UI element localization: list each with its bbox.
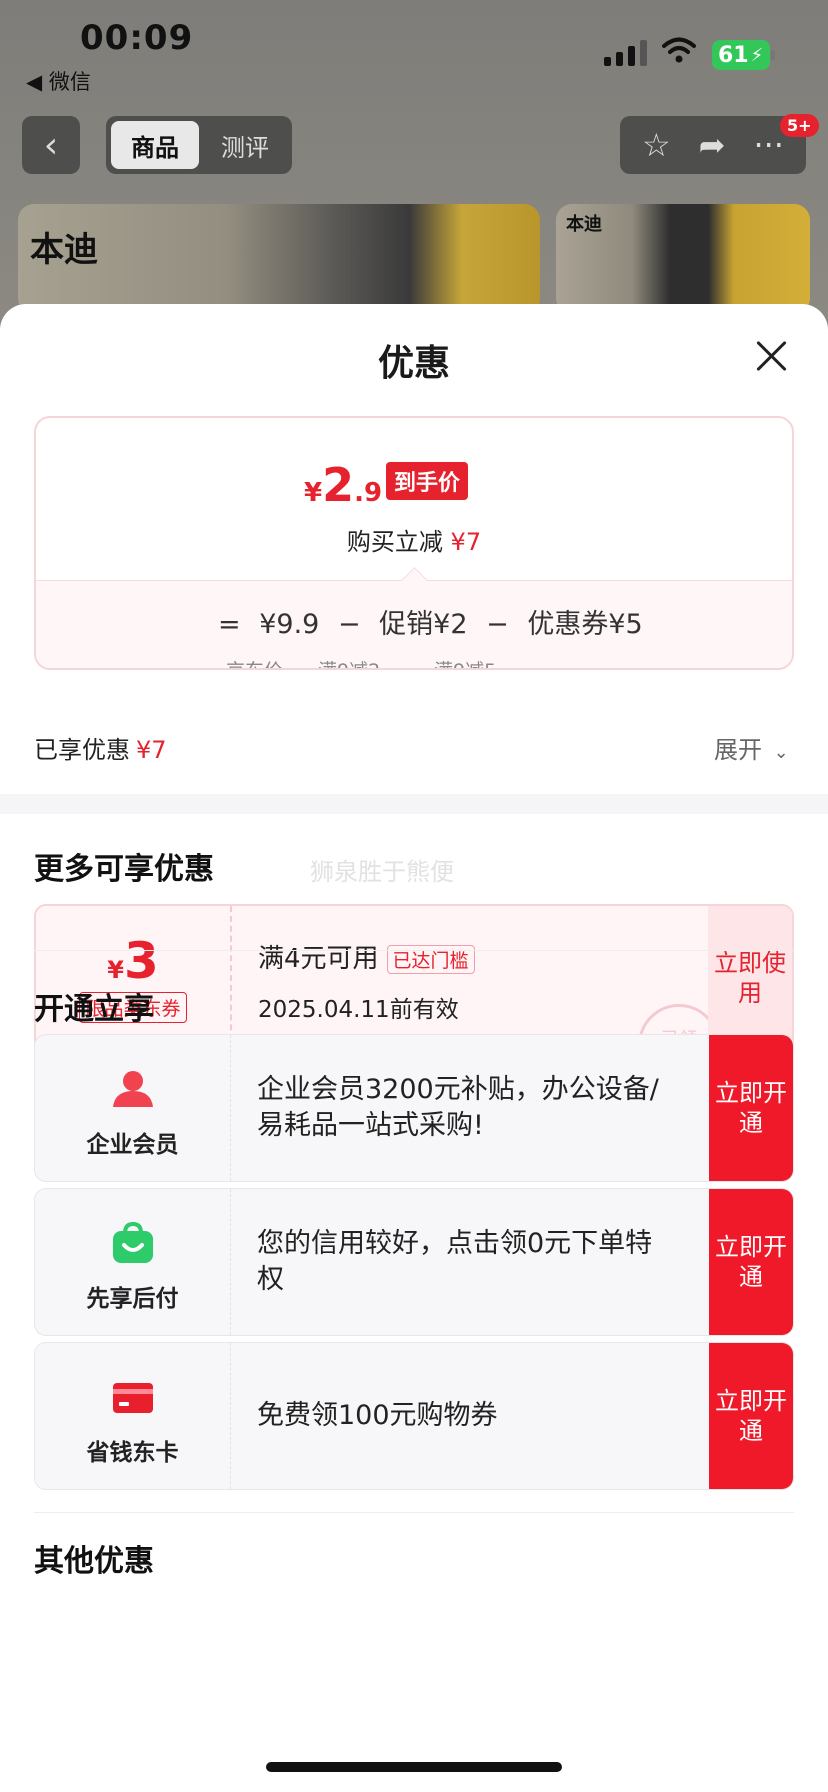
shopping-bag-icon [112,1221,153,1263]
benefit-name: 省钱东卡 [86,1440,179,1466]
open-now-button[interactable]: 立即开通 [709,1035,793,1181]
expand-button[interactable]: 展开 ⌄ [714,730,789,765]
product-image-2[interactable]: 本迪 [556,204,810,314]
equals-sign: = [218,609,241,640]
promo-discount: 促销¥2 [379,609,468,640]
open-now-button[interactable]: 立即开通 [709,1343,793,1489]
final-price: ¥2.9 [304,458,382,512]
minus-sign: − [337,609,361,640]
brand-logo-2: 本迪 [566,214,602,235]
tab-product[interactable]: 商品 [111,121,199,169]
background-page: 00:09 ◀ 微信 61 ⚡ ‹ 商品 测评 ☆ ➦ ··· 5+ 本迪 本迪 [0,0,828,340]
back-to-app-link[interactable]: ◀ 微信 [26,66,91,96]
home-indicator[interactable] [266,1762,562,1772]
more-icon[interactable]: ··· [753,126,784,164]
card-icon [112,1383,153,1413]
enjoyed-value: ¥7 [136,736,167,764]
other-offers-title: 其他优惠 [34,1544,154,1579]
benefit-card-paylater: 先享后付 您的信用较好，点击领0元下单特权 立即开通 [34,1188,794,1336]
coupon-value-block: ¥3 限品类东券 [36,906,232,1050]
expand-label: 展开 [714,736,762,764]
chevron-down-icon: ⌄ [773,742,789,763]
coupon-valid-date: 2025.04.11前有效 [258,997,459,1023]
benefit-card-savings: 省钱东卡 免费领100元购物券 立即开通 [34,1342,794,1490]
divider [34,950,794,951]
top-actions: ☆ ➦ ··· [620,116,806,174]
benefit-card-enterprise: 企业会员 企业会员3200元补贴，办公设备/易耗品一站式采购! 立即开通 [34,1034,794,1182]
buy-cut-label: 购买立减 [346,528,443,556]
benefit-left: 省钱东卡 [35,1343,231,1489]
benefit-desc: 企业会员3200元补贴，办公设备/易耗品一站式采购! [257,1074,659,1141]
buy-cut-line: 购买立减 ¥7 [36,522,792,557]
price-integer: 2 [322,458,355,512]
message-badge: 5+ [780,114,819,137]
battery-indicator: 61 ⚡ [712,40,775,70]
enjoyed-discount: 已享优惠 ¥7 [34,730,167,765]
person-icon [112,1071,153,1107]
open-now-button[interactable]: 立即开通 [709,1189,793,1335]
coupon-amount: ¥3 [36,932,230,990]
jd-price-label: 京东价 [226,656,283,668]
coupon-condition-line: 满4元可用 已达门槛 [258,938,475,975]
coupon-amount-value: 3 [123,932,159,990]
benefit-name: 企业会员 [86,1132,179,1158]
product-image[interactable]: 本迪 [18,204,540,314]
discount-sheet: 优惠 ¥2.9 到手价 购买立减 ¥7 = ¥9.9 − 促销¥2 − 优惠券¥… [0,304,828,1792]
benefit-left: 先享后付 [35,1189,231,1335]
enjoyed-label: 已享优惠 [34,736,130,764]
benefit-name: 先享后付 [86,1286,179,1312]
benefit-desc: 免费领100元购物券 [257,1400,498,1431]
watermark: 狮泉胜于熊便 [310,858,454,886]
coupon-discount: 优惠券¥5 [527,609,643,640]
back-button[interactable]: ‹ [22,116,80,174]
coupon-card: ¥3 限品类东券 满4元可用已达门槛 2025.04.11前有效 已领 立即使用 [34,904,794,1052]
battery-level: 61 [718,42,749,68]
close-icon[interactable] [756,340,788,372]
benefit-desc: 您的信用较好，点击领0元下单特权 [257,1228,653,1295]
final-price-tag: 到手价 [386,462,469,500]
product-tabs: 商品 测评 [106,116,292,174]
share-icon[interactable]: ➦ [699,126,726,164]
minus-sign-2: − [486,609,509,640]
more-offers-title: 更多可享优惠 [34,852,214,887]
benefit-left: 企业会员 [35,1035,231,1181]
star-icon[interactable]: ☆ [642,126,671,164]
price-formula: = ¥9.9 − 促销¥2 − 优惠券¥5 [218,602,653,641]
currency-symbol: ¥ [304,478,323,508]
coupon-condition: 满9减5 [434,656,496,668]
open-benefits-title: 开通立享 [34,992,154,1027]
use-now-button[interactable]: 立即使用 [708,906,792,1050]
sheet-title: 优惠 [377,343,450,384]
promo-condition: 满9减2 [318,656,380,668]
status-time: 00:09 [80,18,194,58]
jd-price: ¥9.9 [259,609,320,640]
section-gap [0,794,828,814]
signal-icon [604,40,647,66]
charging-icon: ⚡ [750,44,764,66]
tab-review[interactable]: 测评 [205,128,285,163]
price-card: ¥2.9 到手价 购买立减 ¥7 = ¥9.9 − 促销¥2 − 优惠券¥5 京… [34,416,794,670]
brand-logo: 本迪 [30,230,98,270]
wifi-icon [662,37,696,63]
coupon-condition-text: 满4元可用 [258,944,379,974]
divider-2 [34,1512,794,1513]
buy-cut-value: ¥7 [450,528,482,556]
coupon-currency: ¥ [107,956,124,984]
price-decimal: .9 [354,478,383,508]
